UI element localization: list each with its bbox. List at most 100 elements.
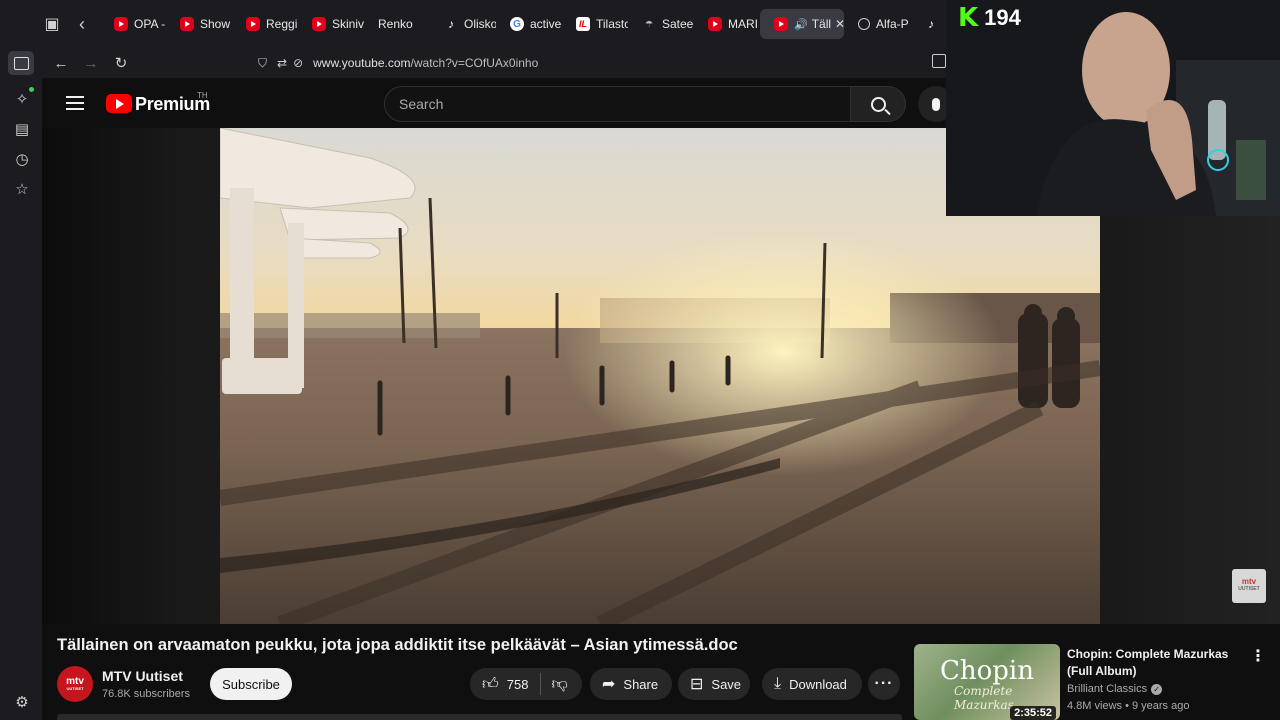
tiktok-icon: ♪ [448,17,454,31]
tab-active[interactable]: Gactive [496,9,562,39]
close-tab-icon[interactable]: ✕ [835,17,844,31]
tab-label: Renko [378,17,413,31]
bookmark-icon: ⊟ [690,676,704,693]
tab-scroll-left-icon[interactable]: ‹ [72,14,92,35]
tab-list: OPA - Show Reggi Skini​v KRenko ♪Olisko … [100,0,970,48]
tab-renko[interactable]: KRenko [364,2,970,39]
video-title: Tällainen on arvaamaton peukku, jota jop… [57,636,738,654]
tracking-blocked-icon[interactable]: ⊘ [293,56,303,70]
viewer-count: 194 [984,5,1021,30]
stream-viewer-counter: K 194 [958,3,1021,33]
channel-avatar[interactable]: mtv UUTISET [57,666,93,702]
recommended-video-title[interactable]: Chopin: Complete Mazurkas (Full Album) [1067,646,1237,680]
kebab-menu-icon[interactable]: ⋮ [1250,646,1266,666]
country-code: TH [197,91,208,100]
google-icon: G [510,17,524,31]
download-button[interactable]: ⤓ Download [762,668,862,700]
search-icon [870,96,886,112]
subscribe-button[interactable]: Subscribe [210,668,292,700]
iltalehti-icon: IL [576,17,590,31]
save-button[interactable]: ⊟ Save [678,668,750,700]
browser-sidebar: ✧ ▤ ◷ ☆ ⚙ [0,78,42,720]
bookmarks-icon[interactable]: ☆ [13,180,31,198]
like-thumb-icon[interactable]: 👍︎ [482,675,499,694]
saved-pages-icon[interactable]: ▤ [13,120,31,138]
tab-workspaces-icon[interactable]: ▣ [38,10,66,38]
settings-gear-icon[interactable]: ⚙ [13,693,31,711]
url-host: www.youtube.com [313,56,411,70]
tab-current-video[interactable]: 🔊 Täll ✕ [760,9,844,39]
speaker-icon[interactable]: 🔊 [794,18,808,31]
download-icon: ⤓ [774,675,782,692]
watermark-sub: UUTISET [1238,586,1260,592]
back-icon[interactable]: ← [46,50,76,76]
recommended-video-meta: 4.8M views • 9 years ago [1067,700,1190,712]
tab-opa[interactable]: OPA - [100,9,166,39]
sparkle-icon[interactable]: ✧ [13,90,31,108]
youtube-logo-icon[interactable] [106,94,132,113]
avatar-sub: UUTISET [66,686,84,691]
thumbnail-title-text: Chopin [940,656,1034,686]
youtube-icon [114,17,128,31]
tab-tilasto[interactable]: IL Tilasto [562,9,628,39]
share-button[interactable]: ➦ Share [590,668,672,700]
more-actions-icon[interactable]: ··· [868,668,900,700]
search-placeholder: Search [399,96,444,112]
recommended-channel-name: Brilliant Classics [1067,683,1148,695]
menu-hamburger-icon[interactable] [66,96,84,110]
tab-label: active [530,17,562,31]
youtube-icon [312,17,326,31]
save-label: Save [711,676,742,692]
youtube-icon [180,17,194,31]
kick-logo-icon: K [958,3,979,33]
tab-label: Alfa-P [876,17,909,31]
shield-icon[interactable]: ⛉ [258,56,267,71]
url-field[interactable]: ⛉ ⇄ ⊘ www.youtube.com/watch?v=COfUAx0inh… [258,56,538,71]
tab-show[interactable]: Show [166,9,232,39]
tab-label: Sateen [662,17,694,31]
tab-strip-controls: ▣ ‹ [0,0,100,48]
like-divider [540,673,542,695]
screenshot-icon[interactable] [932,54,946,68]
youtube-header: Premium TH Search [42,78,954,130]
tab-label: MARI [728,17,758,31]
search-button[interactable] [850,86,906,122]
forward-icon[interactable]: → [76,50,106,76]
watermark-text: mtv [1241,577,1257,586]
youtube-icon [774,17,788,31]
share-label: Share [623,676,659,692]
tab-label: OPA - [134,17,166,31]
tab-olisko[interactable]: ♪ Olisko [430,9,496,39]
channel-name[interactable]: MTV Uutiset [102,668,183,684]
tab-alfa[interactable]: Alfa-P [844,9,910,39]
tab-reggi[interactable]: Reggi [232,9,298,39]
like-count[interactable]: 758 [507,677,529,692]
alfa-icon [858,18,870,30]
site-settings-icon[interactable]: ⇄ [277,56,287,70]
download-label: Download [789,676,847,692]
weather-icon: ☂ [644,18,654,29]
history-icon[interactable]: ◷ [13,150,31,168]
sidebar-toggle-icon[interactable] [8,51,34,75]
tab-mari[interactable]: MARI [694,9,760,39]
tab-sateen[interactable]: ☂ Sateen [628,9,694,39]
youtube-icon [708,17,722,31]
recommended-channel[interactable]: Brilliant Classics ✓ [1067,683,1163,695]
tab-label: Reggi [266,17,298,31]
search-input[interactable]: Search [384,86,852,122]
tab-label: Täll [811,17,832,31]
like-dislike-group: 👍︎ 758 👎︎ [470,668,582,700]
screen: ▣ ‹ OPA - Show Reggi Skini​v KRenko ♪Oli… [0,0,1280,720]
recommended-video-thumbnail[interactable]: Chopin Complete Mazurkas 2:35:52 [914,644,1060,720]
dislike-thumb-icon[interactable]: 👎︎ [551,675,567,694]
tab-skiniv[interactable]: Skini​v [298,9,364,39]
reload-icon[interactable]: ↻ [106,50,136,76]
url-path: /watch?v=COfUAx0inho [410,56,539,70]
tab-tiktok[interactable]: ♪ [910,9,934,39]
tiktok-icon: ♪ [928,17,934,31]
youtube-icon [246,17,260,31]
address-bar-row: ← → ↻ ⛉ ⇄ ⊘ www.youtube.com/watch?v=COfU… [0,48,950,78]
subscriber-count: 76.8K subscribers [102,688,191,700]
share-arrow-icon: ➦ [602,676,616,693]
mtv-watermark-logo[interactable]: mtv UUTISET [1232,569,1266,603]
